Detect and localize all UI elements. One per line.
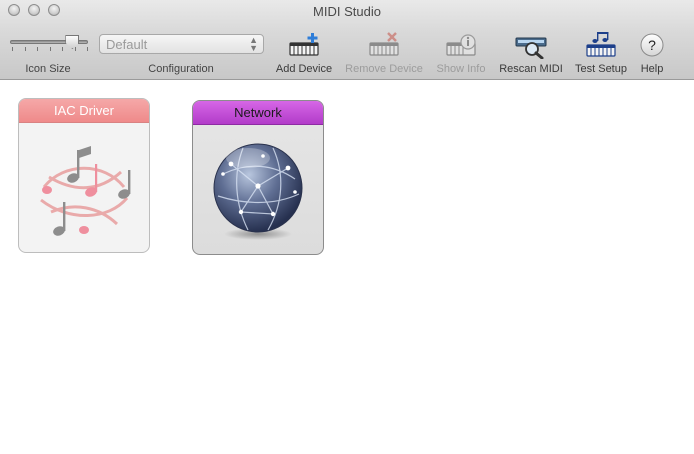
svg-text:?: ? (648, 37, 656, 53)
device-name: IAC Driver (19, 99, 149, 123)
help-icon: ? (634, 30, 670, 60)
network-globe-icon (193, 125, 323, 253)
test-setup-label: Test Setup (575, 63, 627, 75)
device-name: Network (193, 101, 323, 125)
show-info-label: Show Info (436, 63, 486, 75)
add-device-button[interactable]: Add Device (272, 30, 336, 78)
remove-device-label: Remove Device (345, 63, 423, 75)
remove-device-button[interactable]: Remove Device (342, 30, 426, 78)
window-title: MIDI Studio (313, 4, 381, 19)
slider-ticks (12, 47, 88, 51)
rescan-midi-button[interactable]: Rescan MIDI (496, 30, 566, 78)
device-iac-driver[interactable]: IAC Driver (18, 98, 150, 253)
show-info-button[interactable]: Show Info (430, 30, 492, 78)
configuration-label: Configuration (148, 63, 214, 75)
show-info-icon (443, 30, 479, 60)
updown-chevron-icon: ▲ ▼ (249, 35, 258, 53)
icon-size-label: Icon Size (25, 63, 71, 75)
midi-studio-window: MIDI Studio Icon Size Default ▲ ▼ Configu… (0, 0, 694, 454)
add-device-label: Add Device (275, 63, 333, 75)
rescan-midi-label: Rescan MIDI (499, 63, 563, 75)
help-button[interactable]: ? Help (634, 30, 670, 78)
configuration-value: Default (106, 37, 148, 52)
test-setup-icon (583, 30, 619, 60)
test-setup-button[interactable]: Test Setup (570, 30, 632, 78)
remove-device-icon (366, 30, 402, 60)
device-network[interactable]: Network (192, 100, 324, 255)
icon-size-slider[interactable] (8, 34, 92, 54)
add-device-icon (286, 30, 322, 60)
configuration-dropdown[interactable]: Default ▲ ▼ (99, 34, 264, 54)
music-notes-icon (19, 123, 149, 251)
rescan-midi-icon (513, 30, 549, 60)
help-label: Help (640, 63, 664, 75)
toolbar: MIDI Studio Icon Size Default ▲ ▼ Configu… (0, 0, 694, 80)
